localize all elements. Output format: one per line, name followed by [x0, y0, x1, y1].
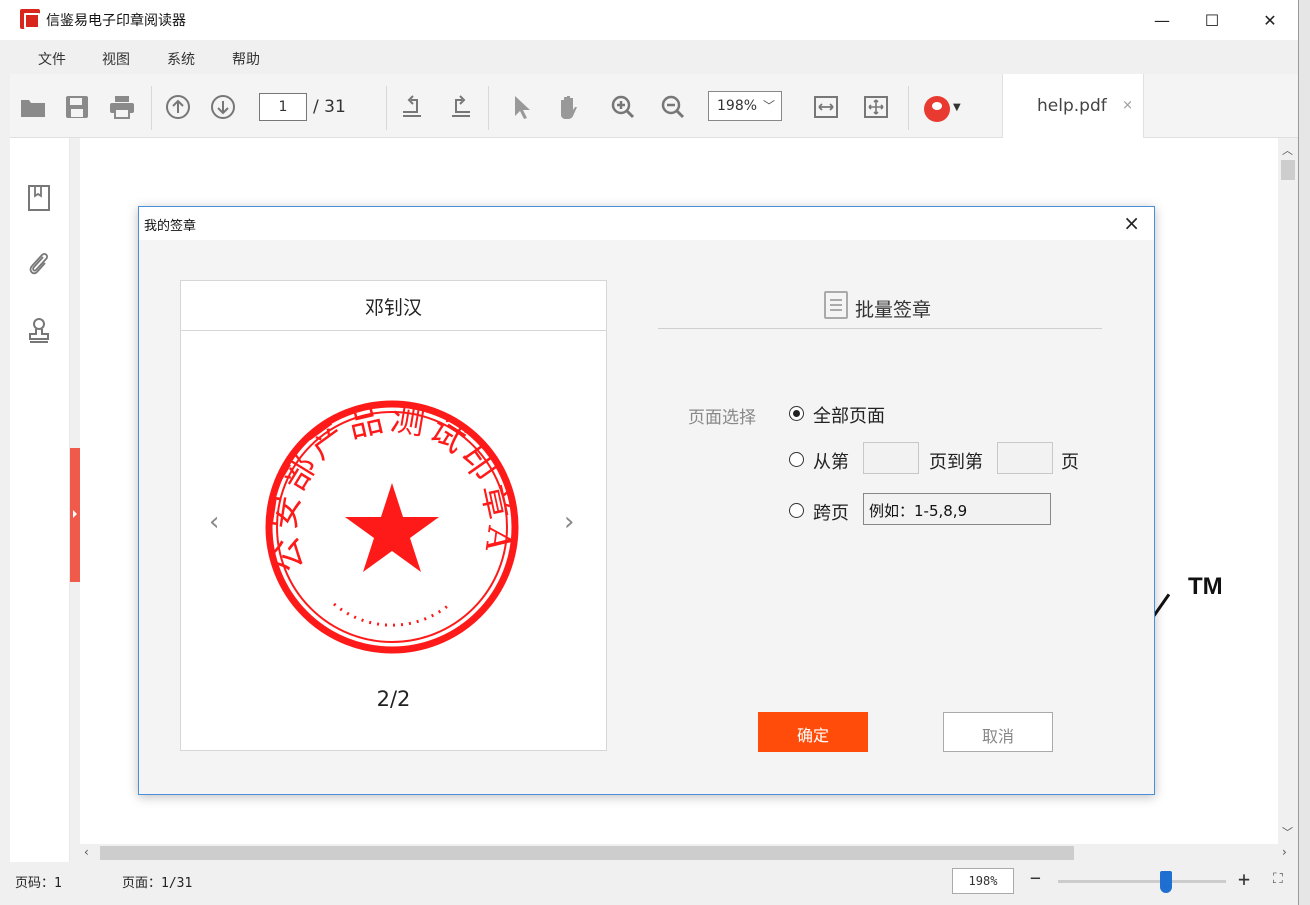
tab-label: help.pdf — [1037, 96, 1107, 116]
scroll-right-icon[interactable]: › — [1282, 845, 1287, 859]
side-panel-toggle[interactable] — [70, 448, 80, 582]
fullscreen-icon[interactable]: ⛶ — [1273, 871, 1283, 887]
menu-file[interactable]: 文件 — [38, 49, 66, 69]
confirm-button[interactable]: 确定 — [758, 712, 868, 752]
bookmark-icon[interactable] — [26, 184, 52, 214]
dialog-title: 我的签章 — [144, 219, 197, 234]
radio-all-pages-label: 全部页面 — [813, 406, 885, 427]
previous-seal-icon[interactable]: ‹ — [209, 507, 219, 537]
radio-cross-page[interactable] — [789, 503, 804, 518]
batch-sign-title: 批量签章 — [855, 299, 932, 321]
user-account-icon[interactable] — [924, 96, 950, 122]
attachment-icon[interactable] — [26, 250, 52, 280]
tab-close-icon[interactable]: × — [1122, 98, 1133, 113]
seal-card: 邓钊汉 ‹ › 公安部产品测试印章A 2/2 — [180, 280, 607, 751]
status-page-info: 页面：1/31 — [122, 876, 193, 891]
cancel-button[interactable]: 取消 — [943, 712, 1053, 752]
menu-view[interactable]: 视图 — [102, 49, 130, 69]
zoom-value: 198% — [717, 98, 758, 114]
seal-counter: 2/2 — [376, 687, 411, 711]
open-folder-icon[interactable] — [18, 92, 48, 122]
scroll-up-icon[interactable]: ︿ — [1282, 142, 1293, 158]
background-window-edge — [1298, 0, 1310, 905]
close-window-button[interactable]: ✕ — [1250, 6, 1290, 34]
title-bar: 信鉴易电子印章阅读器 — ☐ ✕ — [0, 0, 1310, 40]
next-page-icon[interactable] — [208, 92, 238, 122]
minimize-button[interactable]: — — [1142, 6, 1182, 34]
toolbar: 1 / 31 198% ﹀ ▼ help.pdf × — [10, 74, 1298, 138]
maximize-button[interactable]: ☐ — [1192, 6, 1232, 34]
scroll-left-icon[interactable]: ‹ — [84, 845, 89, 859]
fit-width-icon[interactable] — [811, 92, 841, 122]
chevron-down-icon: ﹀ — [762, 99, 775, 113]
left-side-panel — [10, 138, 70, 862]
hand-tool-icon[interactable] — [553, 92, 583, 122]
cross-page-input[interactable]: 例如：1-5,8,9 — [863, 493, 1051, 525]
zoom-plus-button[interactable]: + — [1238, 867, 1250, 891]
my-seal-dialog: 我的签章 × 邓钊汉 ‹ › 公安部产品测试印章A 2/2 批量签章 页面选择 … — [138, 206, 1155, 795]
page-total: / 31 — [313, 97, 346, 117]
zoom-minus-button[interactable]: − — [1030, 868, 1041, 889]
menu-help[interactable]: 帮助 — [232, 49, 260, 69]
range-start-input[interactable] — [863, 442, 919, 474]
status-page-code: 页码：1 — [15, 876, 62, 891]
seal-owner-name: 邓钊汉 — [181, 281, 606, 331]
rotate-right-icon[interactable] — [446, 92, 476, 122]
caret-down-icon[interactable]: ▼ — [953, 102, 961, 113]
menu-bar: 文件 视图 系统 帮助 — [10, 40, 1298, 74]
dialog-close-icon[interactable]: × — [1123, 211, 1140, 235]
previous-page-icon[interactable] — [163, 92, 193, 122]
status-zoom-input[interactable]: 198% — [952, 868, 1014, 894]
toolbar-separator — [386, 86, 387, 130]
range-from-label: 从第 — [813, 452, 849, 473]
document-trademark-text: TM — [1188, 573, 1223, 600]
cross-page-label: 跨页 — [813, 503, 849, 524]
next-seal-icon[interactable]: › — [564, 507, 574, 537]
page-number-input[interactable]: 1 — [259, 93, 307, 121]
fit-page-icon[interactable] — [861, 92, 891, 122]
rotate-left-icon[interactable] — [397, 92, 427, 122]
zoom-select[interactable]: 198% ﹀ — [708, 91, 782, 121]
zoom-in-icon[interactable] — [608, 92, 638, 122]
save-icon[interactable] — [62, 92, 92, 122]
batch-document-icon — [824, 291, 848, 319]
dialog-title-bar: 我的签章 × — [139, 207, 1154, 240]
horizontal-scrollbar[interactable]: ‹ › — [80, 844, 1298, 862]
toolbar-separator — [488, 86, 489, 130]
menu-system[interactable]: 系统 — [167, 49, 195, 69]
range-to-label: 页到第 — [929, 452, 983, 473]
status-bar: 页码：1 页面：1/31 198% − + ⛶ — [10, 862, 1298, 898]
toolbar-separator — [908, 86, 909, 130]
page-select-label: 页面选择 — [688, 408, 756, 428]
select-pointer-icon[interactable] — [507, 92, 537, 122]
radio-all-pages[interactable] — [789, 406, 804, 421]
range-end-input[interactable] — [997, 442, 1053, 474]
zoom-out-icon[interactable] — [658, 92, 688, 122]
radio-page-range[interactable] — [789, 452, 804, 467]
zoom-slider-track[interactable] — [1058, 880, 1226, 883]
range-unit-label: 页 — [1061, 452, 1079, 473]
zoom-slider-thumb[interactable] — [1160, 871, 1172, 893]
scroll-down-icon[interactable]: ﹀ — [1282, 824, 1293, 840]
seal-image[interactable]: 公安部产品测试印章A — [264, 399, 520, 655]
tab-help-pdf[interactable]: help.pdf × — [1002, 74, 1144, 138]
vertical-scroll-thumb[interactable] — [1281, 160, 1295, 180]
stamp-icon[interactable] — [26, 316, 52, 346]
batch-sign-header: 批量签章 — [658, 287, 1102, 329]
vertical-scrollbar[interactable]: ︿ ﹀ — [1278, 138, 1298, 844]
horizontal-scroll-thumb[interactable] — [100, 846, 1074, 860]
app-title: 信鉴易电子印章阅读器 — [46, 13, 186, 29]
toolbar-separator — [151, 86, 152, 130]
print-icon[interactable] — [107, 92, 137, 122]
app-logo-icon — [20, 9, 40, 29]
